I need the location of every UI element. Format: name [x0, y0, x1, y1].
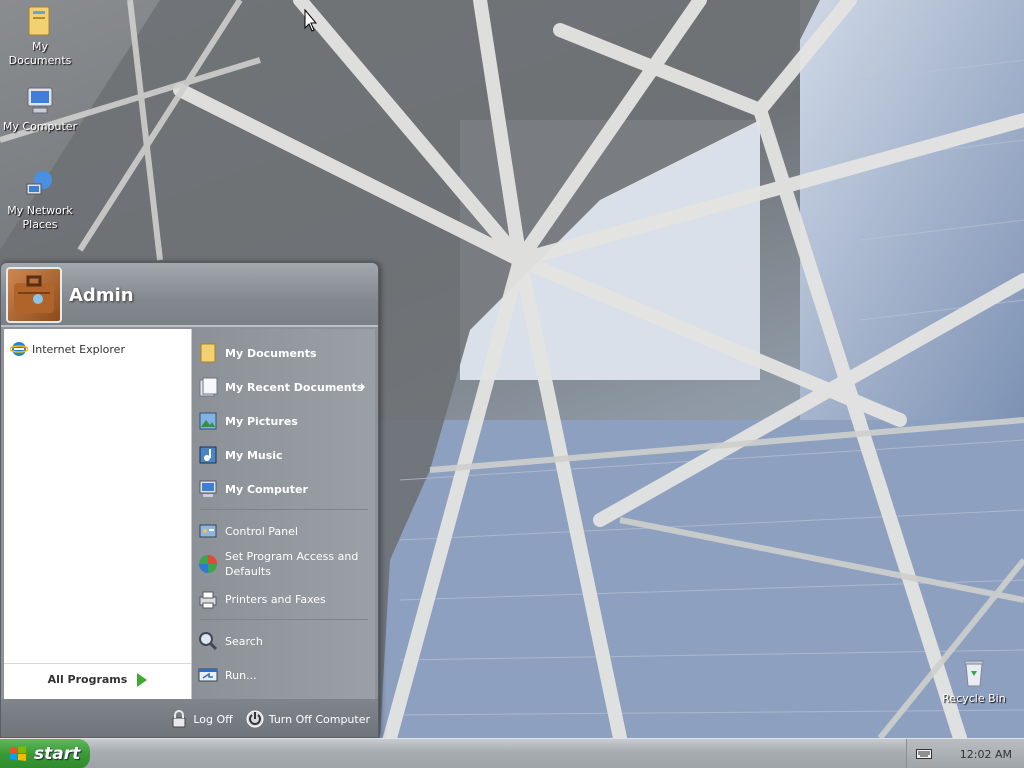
turn-off-button[interactable]: Turn Off Computer: [245, 709, 370, 729]
start-menu-username: Admin: [69, 285, 134, 306]
start-menu-pinned-pane: Internet Explorer All Programs: [4, 329, 191, 699]
taskbar: start 12:02 AM: [0, 738, 1024, 768]
pinned-item-label: Internet Explorer: [32, 342, 125, 356]
search-icon: [197, 630, 219, 652]
desktop-icon-label: My Computer: [2, 120, 78, 133]
menu-item-label: My Computer: [225, 482, 308, 496]
menu-item-my-computer[interactable]: My Computer: [197, 475, 373, 503]
printer-icon: [197, 588, 219, 610]
padlock-icon: [169, 709, 189, 729]
menu-item-my-recent-documents[interactable]: My Recent Documents: [197, 373, 373, 401]
desktop-icon-my-network-places[interactable]: My Network Places: [0, 168, 80, 232]
menu-item-label: My Recent Documents: [225, 380, 364, 394]
menu-item-label: My Music: [225, 448, 283, 462]
menu-separator: [200, 509, 368, 510]
menu-item-my-music[interactable]: My Music: [197, 441, 373, 469]
menu-item-label: Printers and Faxes: [225, 592, 326, 606]
start-menu-header: Admin: [1, 263, 378, 327]
submenu-arrow-icon: [361, 383, 365, 391]
menu-item-run[interactable]: Run...: [197, 661, 373, 689]
start-menu-places-pane: My Documents My Recent Documents My Pict…: [191, 329, 375, 699]
menu-item-my-documents[interactable]: My Documents: [197, 339, 373, 367]
all-programs-label: All Programs: [47, 673, 128, 686]
network-places-icon: [23, 168, 57, 202]
start-menu: Admin Internet Explorer All Programs My …: [0, 262, 379, 738]
desktop-icon-recycle-bin[interactable]: Recycle Bin: [934, 656, 1014, 706]
run-icon: [197, 664, 219, 686]
clock[interactable]: 12:02 AM: [960, 748, 1012, 761]
my-pictures-icon: [197, 410, 219, 432]
menu-item-search[interactable]: Search: [197, 627, 373, 655]
menu-item-control-panel[interactable]: Control Panel: [197, 517, 373, 545]
menu-separator: [200, 619, 368, 620]
program-access-icon: [197, 553, 219, 575]
all-programs-button[interactable]: All Programs: [4, 663, 191, 695]
menu-item-label: Control Panel: [225, 524, 298, 538]
start-label: start: [34, 744, 81, 764]
desktop-icon-label: My Documents: [8, 40, 72, 67]
power-icon: [245, 709, 265, 729]
menu-item-label: My Pictures: [225, 414, 298, 428]
menu-item-printers-faxes[interactable]: Printers and Faxes: [197, 585, 373, 613]
log-off-label: Log Off: [193, 712, 233, 726]
internet-explorer-icon: [9, 340, 29, 358]
start-menu-footer: Log Off Turn Off Computer: [1, 699, 378, 737]
my-documents-icon: [197, 342, 219, 364]
desktop-icon-label: My Network Places: [7, 204, 73, 231]
recycle-bin-icon: [957, 656, 991, 690]
my-computer-icon: [23, 84, 57, 118]
turn-off-label: Turn Off Computer: [268, 712, 370, 726]
user-avatar[interactable]: [6, 267, 62, 323]
menu-item-label: Set Program Access and Defaults: [225, 550, 359, 578]
start-button[interactable]: start: [0, 739, 90, 768]
control-panel-icon: [197, 520, 219, 542]
menu-item-label: Run...: [225, 668, 257, 682]
menu-item-label: Search: [225, 634, 263, 648]
desktop-icon-label: Recycle Bin: [942, 692, 1006, 705]
system-tray: 12:02 AM: [906, 739, 1024, 768]
my-computer-icon: [197, 478, 219, 500]
desktop-icon-my-documents[interactable]: My Documents: [0, 4, 80, 68]
pinned-internet-explorer[interactable]: Internet Explorer: [9, 337, 125, 361]
log-off-button[interactable]: Log Off: [169, 709, 233, 729]
desktop-icon-my-computer[interactable]: My Computer: [0, 84, 80, 134]
menu-item-set-program-access[interactable]: Set Program Access and Defaults: [197, 547, 373, 581]
keyboard-icon[interactable]: [915, 748, 932, 760]
windows-logo-icon: [8, 744, 28, 764]
my-documents-icon: [23, 4, 57, 38]
menu-item-label: My Documents: [225, 346, 317, 360]
green-arrow-icon: [137, 672, 148, 687]
menu-item-my-pictures[interactable]: My Pictures: [197, 407, 373, 435]
recent-documents-icon: [197, 376, 219, 398]
my-music-icon: [197, 444, 219, 466]
